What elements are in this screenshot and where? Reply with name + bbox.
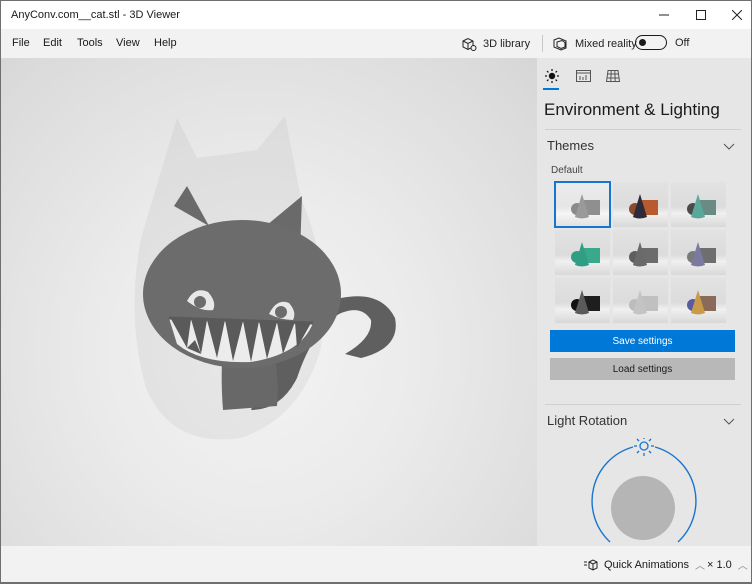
animation-speed-button[interactable]: × 1.0 ︿ <box>707 557 748 573</box>
sun-icon <box>545 69 559 83</box>
quick-animations-button[interactable]: Quick Animations ︿ <box>584 557 705 572</box>
theme-option-teal[interactable] <box>671 182 726 227</box>
window-title: AnyConv.com__cat.stl - 3D Viewer <box>11 9 180 21</box>
3d-library-label: 3D library <box>483 38 531 50</box>
theme-preview-shapes <box>571 194 600 219</box>
environment-panel: Environment & Lighting Themes Default Sa… <box>537 58 751 546</box>
theme-option-gold[interactable] <box>671 278 726 323</box>
theme-preview-shapes <box>687 194 716 219</box>
close-button[interactable] <box>719 1 751 29</box>
mixed-reality-button[interactable]: Mixed reality <box>553 34 637 54</box>
menu-tools[interactable]: Tools <box>77 37 103 49</box>
chevron-up-icon: ︿ <box>694 561 705 572</box>
theme-preview-shapes <box>629 194 658 219</box>
tab-stats-shading[interactable] <box>573 66 593 86</box>
minimize-icon <box>659 14 669 16</box>
theme-preview-shapes <box>629 290 658 315</box>
grid-icon <box>606 70 620 82</box>
load-settings-button[interactable]: Load settings <box>550 358 735 380</box>
theme-preview-shapes <box>571 242 600 267</box>
close-icon <box>732 10 742 20</box>
theme-preview-shapes <box>629 242 658 267</box>
menu-view[interactable]: View <box>116 37 140 49</box>
light-rotation-header[interactable]: Light Rotation <box>547 413 627 428</box>
mixed-reality-icon <box>553 36 567 51</box>
light-sun-icon[interactable] <box>634 438 654 456</box>
animation-speed-label: × 1.0 <box>707 558 732 571</box>
maximize-icon <box>696 10 706 20</box>
animation-cube-icon <box>584 558 598 571</box>
theme-option-slate[interactable] <box>613 230 668 275</box>
theme-option-light[interactable] <box>613 278 668 323</box>
theme-option-default[interactable] <box>554 181 611 228</box>
divider <box>545 129 741 130</box>
stats-icon <box>575 70 591 82</box>
chevron-up-icon: ︿ <box>737 561 748 572</box>
active-tab-indicator <box>543 88 559 90</box>
save-settings-button[interactable]: Save settings <box>550 330 735 352</box>
light-rotation-dial[interactable] <box>585 438 703 546</box>
cube-package-icon <box>462 37 477 51</box>
chevron-down-icon[interactable] <box>723 140 735 152</box>
3d-viewport[interactable] <box>1 58 537 546</box>
menu-bar: File Edit Tools View Help 3D library Mix… <box>1 29 751 58</box>
theme-preview-shapes <box>571 290 600 315</box>
selected-theme-label: Default <box>551 165 583 176</box>
light-preview-sphere <box>611 476 675 540</box>
theme-option-mono[interactable] <box>555 278 610 323</box>
menu-edit[interactable]: Edit <box>43 37 62 49</box>
panel-title: Environment & Lighting <box>544 100 720 119</box>
themes-grid <box>554 181 726 323</box>
3d-library-button[interactable]: 3D library <box>461 34 530 54</box>
tab-grid-views[interactable] <box>603 66 623 86</box>
theme-option-lavender[interactable] <box>671 230 726 275</box>
chevron-down-icon[interactable] <box>723 415 735 427</box>
maximize-button[interactable] <box>683 1 719 29</box>
theme-option-copper[interactable] <box>613 182 668 227</box>
cat-model-scene[interactable] <box>1 58 537 546</box>
mixed-reality-label: Mixed reality <box>575 38 637 50</box>
theme-option-green[interactable] <box>555 230 610 275</box>
tab-environment-lighting[interactable] <box>542 66 562 86</box>
menu-separator <box>542 35 543 52</box>
theme-preview-shapes <box>687 290 716 315</box>
mixed-reality-toggle[interactable] <box>635 35 667 50</box>
divider <box>545 404 741 405</box>
theme-preview-shapes <box>687 242 716 267</box>
app-window: AnyConv.com__cat.stl - 3D Viewer File Ed… <box>0 0 752 584</box>
menu-help[interactable]: Help <box>154 37 177 49</box>
menu-file[interactable]: File <box>12 37 30 49</box>
status-bar: Quick Animations ︿ × 1.0 ︿ <box>1 546 751 582</box>
toggle-knob <box>639 38 646 46</box>
minimize-button[interactable] <box>646 1 682 29</box>
themes-header[interactable]: Themes <box>547 138 594 153</box>
quick-animations-label: Quick Animations <box>604 558 689 571</box>
mixed-reality-state: Off <box>675 37 690 49</box>
title-bar: AnyConv.com__cat.stl - 3D Viewer <box>1 1 751 29</box>
